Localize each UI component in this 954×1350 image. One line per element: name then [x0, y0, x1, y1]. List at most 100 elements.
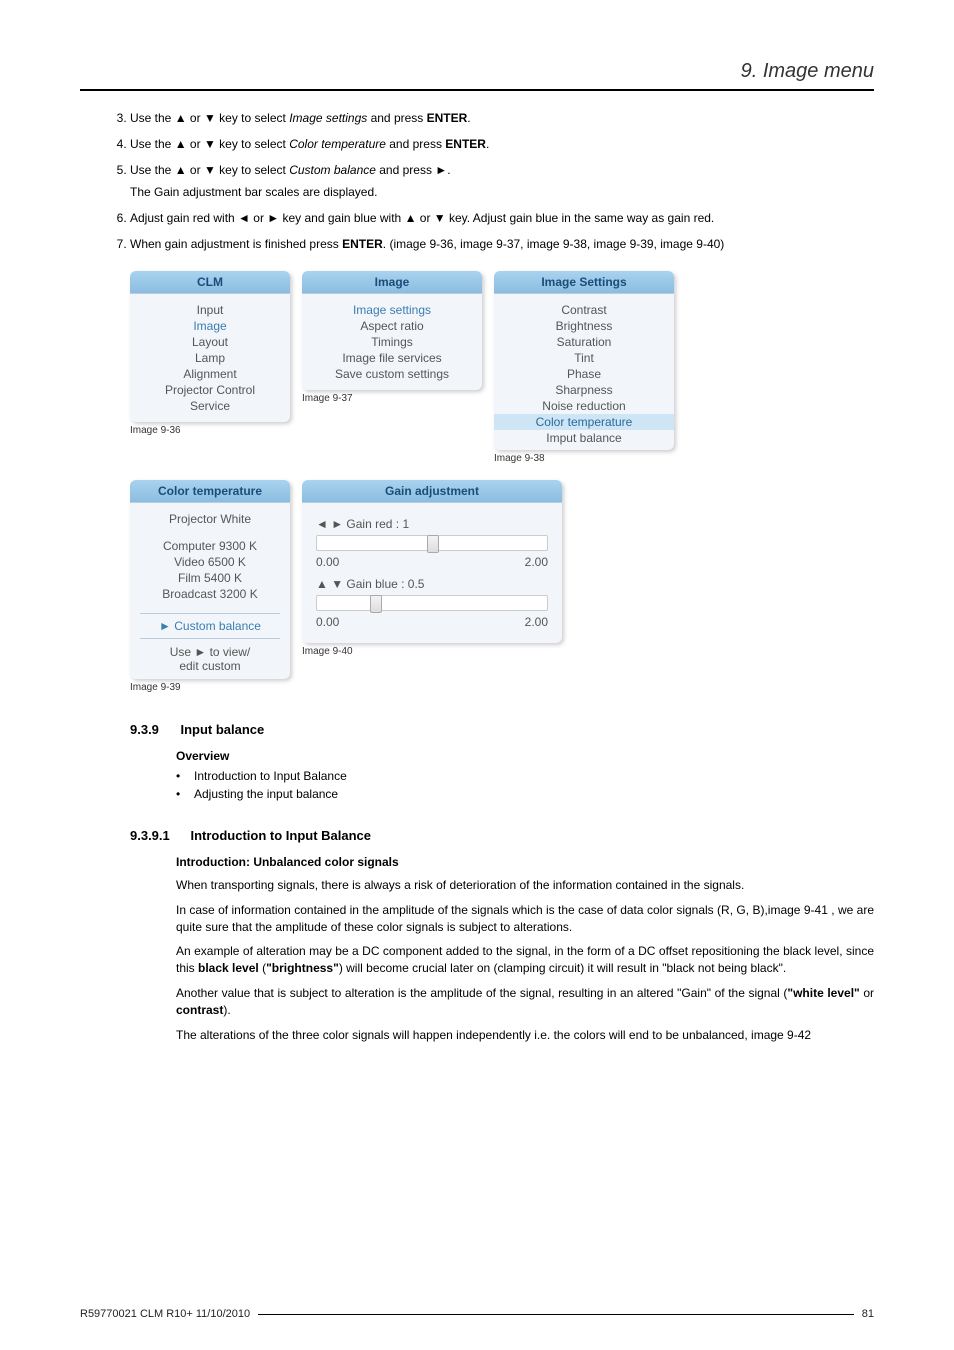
subheading-overview: Overview — [176, 749, 874, 763]
paragraph: When transporting signals, there is alwa… — [176, 877, 874, 894]
up-icon: ▲ — [175, 111, 187, 125]
gain-blue-slider[interactable] — [316, 595, 548, 611]
menu-item[interactable]: Input — [130, 302, 290, 318]
menu-item[interactable]: Save custom settings — [302, 366, 482, 382]
t: key to select — [216, 163, 289, 177]
enter-key: ENTER — [445, 137, 486, 151]
panel-title: Image Settings — [494, 271, 674, 294]
t: and press — [386, 137, 445, 151]
menu-item[interactable]: Noise reduction — [494, 398, 674, 414]
t: . (image 9-36, image 9-37, image 9-38, i… — [383, 237, 725, 251]
figure-row-1: CLM InputImageLayoutLampAlignmentProject… — [130, 271, 874, 472]
menu-item[interactable]: Saturation — [494, 334, 674, 350]
paragraph: In case of information contained in the … — [176, 902, 874, 936]
t: ( — [259, 961, 266, 975]
menu-item[interactable]: Sharpness — [494, 382, 674, 398]
figure-caption: Image 9-38 — [494, 453, 674, 464]
t: edit custom — [179, 659, 240, 673]
step-3: Use the ▲ or ▼ key to select Image setti… — [130, 109, 874, 127]
menu-item[interactable]: Video 6500 K — [130, 554, 290, 570]
target: Image settings — [289, 111, 367, 125]
step-7: When gain adjustment is finished press E… — [130, 235, 874, 253]
menu-item[interactable]: Image settings — [302, 302, 482, 318]
divider — [140, 613, 280, 614]
menu-item[interactable]: Tint — [494, 350, 674, 366]
menu-item[interactable]: Brightness — [494, 318, 674, 334]
section-number: 9.3.9 — [130, 722, 176, 737]
menu-item[interactable]: Computer 9300 K — [130, 538, 290, 554]
t: black level — [198, 961, 259, 975]
chapter-title: 9. Image menu — [80, 60, 874, 83]
right-icon: ► — [435, 163, 447, 177]
footer-left: R59770021 CLM R10+ 11/10/2010 — [80, 1308, 250, 1320]
menu-item[interactable]: Film 5400 K — [130, 570, 290, 586]
menu-item[interactable]: Phase — [494, 366, 674, 382]
page-number: 81 — [862, 1308, 874, 1320]
figure-caption: Image 9-36 — [130, 425, 290, 436]
menu-item[interactable]: Timings — [302, 334, 482, 350]
range-min: 0.00 — [316, 555, 339, 569]
t: . — [447, 163, 450, 177]
section-9-3-9: 9.3.9 Input balance — [130, 721, 874, 739]
slider-range: 0.00 2.00 — [316, 615, 548, 629]
slider-thumb[interactable] — [370, 595, 382, 613]
t: ). — [223, 1003, 230, 1017]
menu-item[interactable]: Service — [130, 398, 290, 414]
panel-title: Gain adjustment — [302, 480, 562, 503]
slider-range: 0.00 2.00 — [316, 555, 548, 569]
subheading-intro: Introduction: Unbalanced color signals — [176, 855, 874, 869]
slider-thumb[interactable] — [427, 535, 439, 553]
menu-item[interactable]: Image — [130, 318, 290, 334]
t: and press — [367, 111, 426, 125]
target: Custom balance — [289, 163, 376, 177]
panel-title: Image — [302, 271, 482, 294]
menu-item[interactable]: Lamp — [130, 350, 290, 366]
panel-title: Color temperature — [130, 480, 290, 503]
overview-list: Introduction to Input Balance Adjusting … — [176, 769, 874, 801]
menu-item[interactable]: Imput balance — [494, 430, 674, 446]
figure-row-2: Color temperature Projector White Comput… — [130, 480, 874, 701]
menu-item[interactable]: Color temperature — [494, 414, 674, 430]
menu-item[interactable]: Projector White — [130, 511, 290, 527]
menu-item[interactable]: Broadcast 3200 K — [130, 586, 290, 602]
t: Another value that is subject to alterat… — [176, 986, 787, 1000]
t: key to select — [216, 137, 289, 151]
gain-red-slider[interactable] — [316, 535, 548, 551]
enter-key: ENTER — [342, 237, 383, 251]
paragraph: The alterations of the three color signa… — [176, 1027, 874, 1044]
enter-key: ENTER — [427, 111, 468, 125]
gain-red-label: ◄ ► Gain red : 1 — [316, 517, 548, 531]
section-9-3-9-1: 9.3.9.1 Introduction to Input Balance — [130, 827, 874, 845]
step-sub: The Gain adjustment bar scales are displ… — [130, 183, 874, 201]
t: or — [187, 111, 204, 125]
menu-item[interactable]: Image file services — [302, 350, 482, 366]
menu-item[interactable]: Contrast — [494, 302, 674, 318]
menu-item[interactable]: Alignment — [130, 366, 290, 382]
t: key to select — [216, 111, 289, 125]
step-list: Use the ▲ or ▼ key to select Image setti… — [130, 109, 874, 253]
t: . — [467, 111, 470, 125]
menu-item[interactable]: Layout — [130, 334, 290, 350]
menu-item[interactable]: Projector Control — [130, 382, 290, 398]
t: "white level" — [787, 986, 859, 1000]
t: When gain adjustment is finished press — [130, 237, 342, 251]
t: Use the — [130, 137, 175, 151]
t: . — [486, 137, 489, 151]
gain-blue-label: ▲ ▼ Gain blue : 0.5 — [316, 577, 548, 591]
panel-color-temperature: Color temperature Projector White Comput… — [130, 480, 290, 679]
footer-rule — [258, 1314, 854, 1315]
down-icon: ▼ — [204, 137, 216, 151]
list-item: Adjusting the input balance — [176, 787, 874, 801]
t: and press — [376, 163, 435, 177]
section-number: 9.3.9.1 — [130, 828, 186, 843]
panel-gain-adjustment: Gain adjustment ◄ ► Gain red : 1 0.00 2.… — [302, 480, 562, 643]
target: Color temperature — [289, 137, 386, 151]
panel-image: Image Image settingsAspect ratioTimingsI… — [302, 271, 482, 390]
t: contrast — [176, 1003, 223, 1017]
list-item: Introduction to Input Balance — [176, 769, 874, 783]
paragraph: An example of alteration may be a DC com… — [176, 943, 874, 977]
step-5: Use the ▲ or ▼ key to select Custom bala… — [130, 161, 874, 201]
t: "brightness" — [266, 961, 339, 975]
menu-item-custom-balance[interactable]: ► Custom balance — [130, 618, 290, 634]
menu-item[interactable]: Aspect ratio — [302, 318, 482, 334]
